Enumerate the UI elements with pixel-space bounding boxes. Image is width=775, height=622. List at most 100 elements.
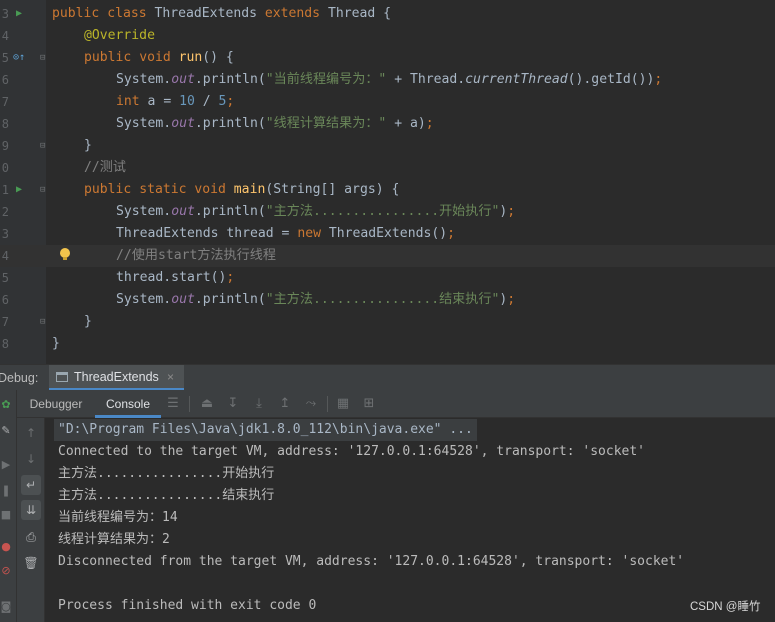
code-text: } <box>52 333 60 355</box>
fold-toggle-icon[interactable]: ⊟ <box>40 311 45 333</box>
code-token: @Override <box>84 28 155 43</box>
code-line[interactable]: 3 ThreadExtends thread = new ThreadExtend… <box>0 223 775 245</box>
code-line[interactable]: 9 ⊟} <box>0 135 775 157</box>
fold-toggle-icon[interactable]: ⊟ <box>40 47 45 69</box>
line-number[interactable]: 4 <box>0 245 9 267</box>
code-token: } <box>84 314 92 329</box>
up-arrow-icon[interactable]: ↑ <box>21 423 41 443</box>
console-line-exit: Process finished with exit code 0 <box>58 598 317 613</box>
code-token: (String[] args) { <box>265 182 400 197</box>
step-over-icon[interactable]: ↧ <box>225 395 241 413</box>
line-number[interactable]: 5 <box>0 267 9 289</box>
code-token: currentThread <box>465 72 568 87</box>
code-token: } <box>52 336 60 351</box>
step-out-icon[interactable]: ↥ <box>277 395 293 413</box>
code-line[interactable]: 6 System.out.println("主方法................… <box>0 289 775 311</box>
tab-thread-extends[interactable]: ThreadExtends × <box>49 365 184 391</box>
resume-icon[interactable]: ▶ <box>0 458 12 472</box>
tab-console[interactable]: Console <box>95 390 161 418</box>
code-line[interactable]: 4 //使用start方法执行线程 <box>0 245 775 267</box>
code-token: "主方法................结束执行" <box>265 292 500 307</box>
code-editor[interactable]: 3 ▶ public class ThreadExtends extends Thr… <box>0 0 775 364</box>
line-number[interactable]: 5 <box>0 47 9 69</box>
view-breakpoints-icon[interactable]: ● <box>0 540 12 554</box>
line-number[interactable]: 9 <box>0 135 9 157</box>
code-token: System. <box>116 204 172 219</box>
code-token: / <box>194 94 219 109</box>
debug-sub-toolbar: Debugger Console ☰ ⏏ ↧ ⤓ ↥ ⤳ ▦ ⊞ <box>17 390 775 418</box>
clear-all-icon[interactable]: 🗑 <box>21 553 41 573</box>
line-number[interactable]: 6 <box>0 69 9 91</box>
show-execution-point-icon[interactable]: ⏏ <box>199 395 215 413</box>
console-output[interactable]: "D:\Program Files\Java\jdk1.8.0_112\bin\… <box>46 418 775 622</box>
console-line: 主方法................开始执行 <box>58 466 275 481</box>
pause-icon[interactable]: ❚ <box>0 484 12 498</box>
code-text: ThreadExtends thread = new ThreadExtends… <box>116 223 455 245</box>
code-line[interactable]: 1 ▶ ⊟ public static void main(String[] args… <box>0 179 775 201</box>
code-line[interactable]: 5 thread.start(); <box>0 267 775 289</box>
close-icon[interactable]: × <box>167 365 174 389</box>
run-gutter-icon[interactable]: ▶ <box>16 3 22 25</box>
line-number[interactable]: 0 <box>0 157 9 179</box>
code-line[interactable]: 8} <box>0 333 775 355</box>
code-line[interactable]: 4 @Override <box>0 25 775 47</box>
step-into-icon[interactable]: ⤓ <box>251 395 267 413</box>
code-line[interactable]: 6 System.out.println("当前线程编号为：" + Thread.… <box>0 69 775 91</box>
tab-debugger[interactable]: Debugger <box>21 390 91 418</box>
code-text: System.out.println("当前线程编号为：" + Thread.c… <box>116 69 662 91</box>
fold-toggle-icon[interactable]: ⊟ <box>40 179 45 201</box>
console-line: Connected to the target VM, address: '12… <box>58 444 645 459</box>
code-line[interactable]: 0 //测试 <box>0 157 775 179</box>
code-token: "当前线程编号为：" <box>265 72 387 87</box>
camera-icon[interactable]: ◙ <box>0 600 12 614</box>
rerun-icon[interactable]: ✿ <box>0 398 12 412</box>
code-token: Thread { <box>327 6 392 21</box>
code-text: System.out.println("主方法................开… <box>116 201 515 223</box>
line-number[interactable]: 7 <box>0 311 9 333</box>
run-gutter-icon[interactable]: ▶ <box>16 179 22 201</box>
console-line: 线程计算结果为：2 <box>58 532 170 547</box>
run-to-cursor-icon[interactable]: ⤳ <box>303 395 319 413</box>
code-token: ThreadExtends thread = <box>116 226 298 241</box>
code-token: a = <box>147 94 180 109</box>
print-icon[interactable]: ⎙ <box>21 527 41 547</box>
code-token: .println( <box>194 204 266 219</box>
line-number[interactable]: 6 <box>0 289 9 311</box>
fold-toggle-icon[interactable]: ⊟ <box>40 135 45 157</box>
line-number[interactable]: 8 <box>0 113 9 135</box>
code-text: //使用start方法执行线程 <box>116 245 276 267</box>
code-token: 10 <box>179 94 195 109</box>
mute-breakpoints-icon[interactable]: ⊘ <box>0 564 12 578</box>
code-line[interactable]: 7 int a = 10 / 5; <box>0 91 775 113</box>
down-arrow-icon[interactable]: ↓ <box>21 449 41 469</box>
line-number[interactable]: 1 <box>0 179 9 201</box>
settings-wrench-icon[interactable]: ✎ <box>0 424 12 438</box>
lightbulb-icon[interactable] <box>60 248 70 260</box>
code-token: ; <box>507 292 516 307</box>
code-line[interactable]: 7 ⊟} <box>0 311 775 333</box>
scroll-to-end-icon[interactable]: ⇊ <box>21 500 41 520</box>
soft-wrap-icon[interactable]: ↵ <box>21 475 41 495</box>
code-line[interactable]: 3 ▶ public class ThreadExtends extends Thr… <box>0 3 775 25</box>
line-number[interactable]: 3 <box>0 3 9 25</box>
code-text: public static void main(String[] args) { <box>84 179 399 201</box>
override-method-icon[interactable]: ⊙↑ <box>13 47 25 69</box>
console-actions: ↑ ↓ ↵ ⇊ ⎙ 🗑 <box>17 418 45 622</box>
line-number[interactable]: 8 <box>0 333 9 355</box>
run-config-icon <box>56 372 68 382</box>
trace-stream-icon[interactable]: ⊞ <box>361 395 377 413</box>
evaluate-expression-icon[interactable]: ▦ <box>335 395 351 413</box>
line-number[interactable]: 7 <box>0 91 9 113</box>
code-token: ; <box>507 204 516 219</box>
line-number[interactable]: 2 <box>0 201 9 223</box>
code-token: //使用start方法执行线程 <box>116 248 276 263</box>
line-number[interactable]: 3 <box>0 223 9 245</box>
code-line[interactable]: 8 System.out.println("线程计算结果为：" + a); <box>0 113 775 135</box>
line-number[interactable]: 4 <box>0 25 9 47</box>
code-token: out <box>171 204 195 219</box>
code-token: .println( <box>194 116 266 131</box>
code-line[interactable]: 2 System.out.println("主方法................… <box>0 201 775 223</box>
stop-icon[interactable]: ■ <box>0 508 12 522</box>
code-line[interactable]: 5 ⊙↑ ⊟ public void run() { <box>0 47 775 69</box>
layout-menu-icon[interactable]: ☰ <box>165 395 181 413</box>
